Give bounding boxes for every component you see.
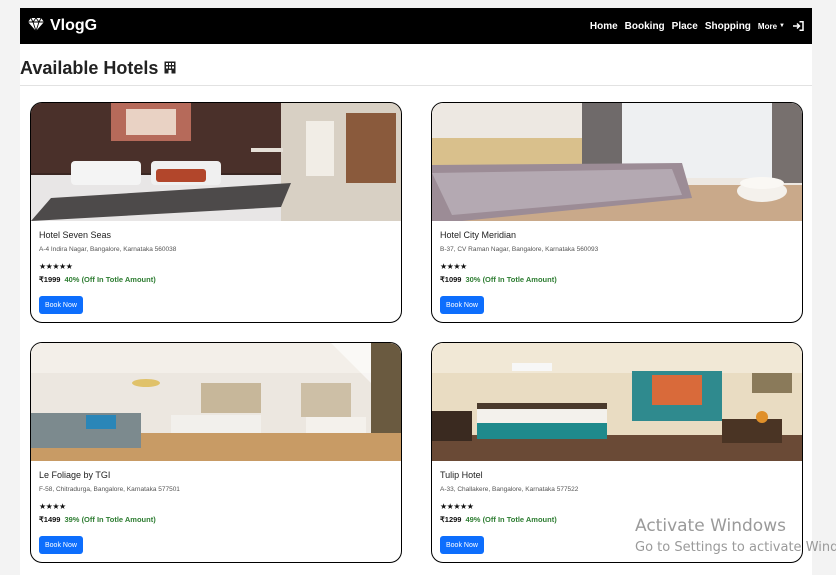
price-row: ₹1499 39% (Off In Totle Amount): [39, 515, 156, 524]
page: VlogG Home Booking Place Shopping More ▼…: [20, 8, 812, 575]
star-rating: ★★★★★: [39, 262, 73, 271]
price-row: ₹1299 49% (Off In Totle Amount): [440, 515, 557, 524]
hotel-photo: [432, 343, 802, 461]
star-rating: ★★★★: [440, 262, 467, 271]
price-row: ₹1099 30% (Off In Totle Amount): [440, 275, 557, 284]
brand-name: VlogG: [50, 17, 98, 34]
hotel-address: A-4 Indira Nagar, Bangalore, Karnataka 5…: [39, 246, 177, 253]
hotel-discount: 30% (Off In Totle Amount): [465, 275, 557, 284]
star-rating: ★★★★★: [440, 502, 474, 511]
hotel-price: ₹1499: [39, 515, 61, 524]
watermark-title: Activate Windows: [635, 516, 786, 536]
book-now-button[interactable]: Book Now: [440, 536, 484, 554]
hotel-discount: 40% (Off In Totle Amount): [64, 275, 156, 284]
hotel-photo: [432, 103, 802, 221]
caret-down-icon: ▼: [779, 23, 785, 29]
star-rating: ★★★★: [39, 502, 66, 511]
hotel-discount: 39% (Off In Totle Amount): [64, 515, 156, 524]
page-title: Available Hotels: [20, 57, 159, 78]
hotel-name: Hotel City Meridian: [440, 230, 517, 240]
watermark-subtitle: Go to Settings to activate Windows.: [635, 540, 836, 555]
hotel-address: F-58, Chitradurga, Bangalore, Karnataka …: [39, 486, 180, 493]
hotel-card: Hotel Seven Seas A-4 Indira Nagar, Banga…: [30, 102, 402, 323]
nav-more-label: More: [757, 21, 778, 31]
gem-icon: [28, 16, 44, 36]
hotel-card: Le Foliage by TGI F-58, Chitradurga, Ban…: [30, 342, 402, 563]
book-now-button[interactable]: Book Now: [39, 536, 83, 554]
hotel-building-icon: [164, 58, 176, 79]
activate-windows-watermark: Activate Windows Go to Settings to activ…: [635, 516, 836, 555]
book-now-button[interactable]: Book Now: [39, 296, 83, 314]
price-row: ₹1999 40% (Off In Totle Amount): [39, 275, 156, 284]
brand[interactable]: VlogG: [28, 14, 97, 38]
hotel-name: Tulip Hotel: [440, 470, 483, 480]
divider: [20, 85, 812, 86]
nav-booking-link[interactable]: Booking: [625, 21, 665, 32]
hotel-name: Hotel Seven Seas: [39, 230, 112, 240]
hotel-card: Hotel City Meridian B-37, CV Raman Nagar…: [431, 102, 803, 323]
nav-shopping-link[interactable]: Shopping: [705, 21, 751, 32]
page-heading: Available Hotels: [20, 56, 176, 80]
hotel-name: Le Foliage by TGI: [39, 470, 111, 480]
hotel-photo: [31, 343, 401, 461]
navbar: VlogG Home Booking Place Shopping More ▼: [20, 8, 812, 44]
hotel-discount: 49% (Off In Totle Amount): [465, 515, 557, 524]
nav-more-dropdown[interactable]: More ▼: [758, 22, 785, 31]
hotel-price: ₹1099: [440, 275, 462, 284]
book-now-button[interactable]: Book Now: [440, 296, 484, 314]
nav-home-link[interactable]: Home: [590, 21, 618, 32]
login-icon[interactable]: [793, 21, 804, 31]
hotel-address: B-37, CV Raman Nagar, Bangalore, Karnata…: [440, 246, 599, 253]
hotel-price: ₹1999: [39, 275, 61, 284]
hotel-address: A-33, Challakere, Bangalore, Karnataka 5…: [440, 486, 579, 493]
hotel-photo: [31, 103, 401, 221]
nav-place-link[interactable]: Place: [672, 21, 698, 32]
hotel-price: ₹1299: [440, 515, 462, 524]
nav-links: Home Booking Place Shopping More ▼: [590, 8, 804, 44]
